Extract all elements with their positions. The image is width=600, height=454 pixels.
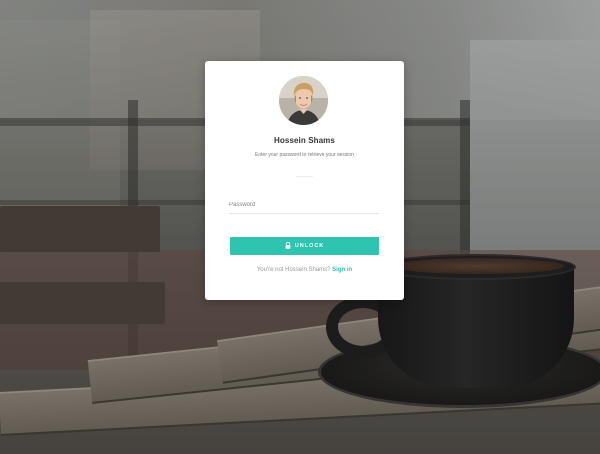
lock-screen-card: Hossein Shams Enter your password to ret… bbox=[205, 61, 404, 300]
not-user-text: You're not Hossein Shams? bbox=[256, 267, 331, 273]
avatar-photo bbox=[279, 76, 328, 125]
unlock-button-label: UNLOCK bbox=[294, 243, 325, 249]
sign-in-link[interactable]: Sign in bbox=[332, 267, 352, 273]
divider bbox=[296, 176, 313, 177]
avatar bbox=[279, 76, 328, 125]
lock-icon bbox=[285, 241, 291, 249]
unlock-button[interactable]: UNLOCK bbox=[230, 237, 379, 255]
not-user-footer: You're not Hossein Shams? Sign in bbox=[205, 267, 404, 273]
user-name: Hossein Shams bbox=[274, 136, 335, 145]
password-input[interactable] bbox=[229, 198, 379, 214]
session-subtitle: Enter your password to retrieve your ses… bbox=[255, 152, 354, 158]
